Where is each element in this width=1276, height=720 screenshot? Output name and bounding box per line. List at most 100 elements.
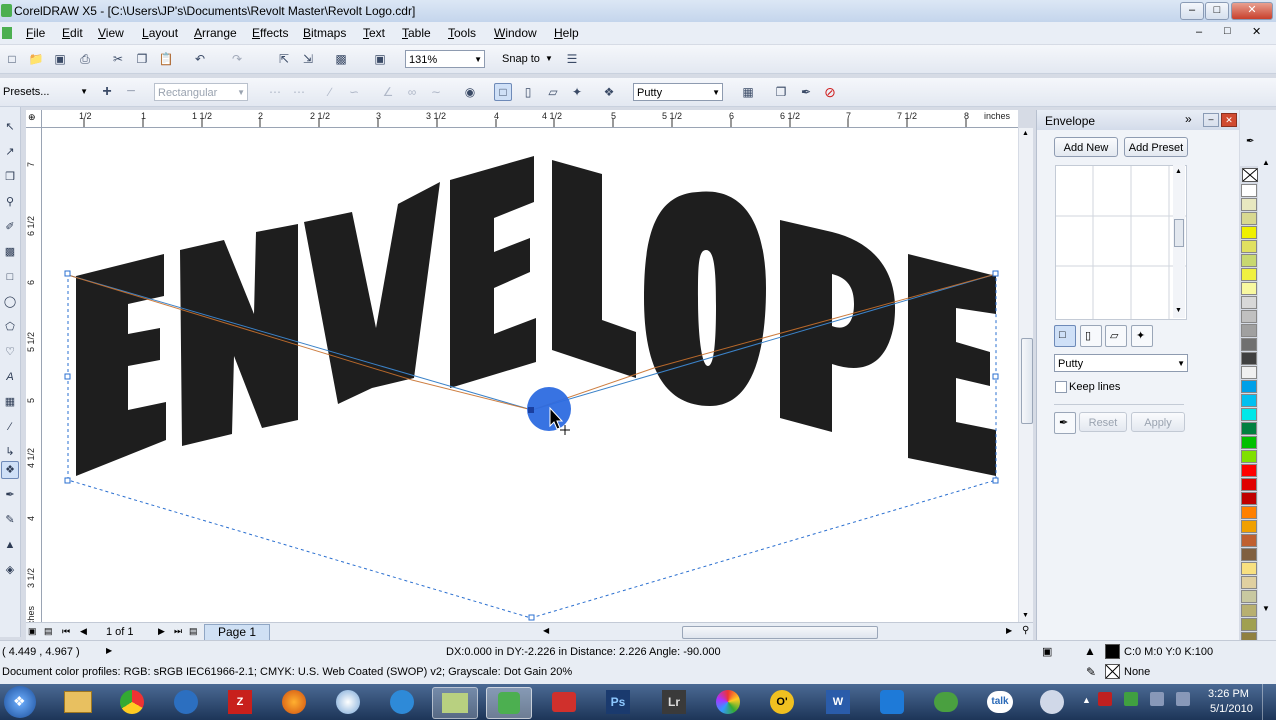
- to-curve-icon[interactable]: ∽: [346, 84, 362, 100]
- menu-file[interactable]: File: [26, 26, 45, 40]
- symmetrical-icon[interactable]: ∼: [428, 84, 444, 100]
- chevron-down-icon[interactable]: ▼: [545, 54, 553, 63]
- insert-page-before-icon[interactable]: ▤: [44, 626, 53, 637]
- taskbar-photoshop[interactable]: Ps: [596, 687, 640, 717]
- taskbar-filezilla[interactable]: Z: [218, 687, 262, 717]
- restore-button[interactable]: □: [1205, 2, 1229, 20]
- snap-icon[interactable]: ▣: [1042, 645, 1052, 658]
- taskbar-gtalk[interactable]: talk: [978, 687, 1022, 717]
- insert-page-after-icon[interactable]: ▤: [189, 626, 198, 637]
- envelope-tool-icon[interactable]: ❖: [1, 461, 19, 479]
- close-button[interactable]: ✕: [1231, 2, 1273, 20]
- smart-fill-tool-icon[interactable]: ▩: [2, 244, 18, 260]
- redo-icon[interactable]: ↷: [229, 51, 245, 67]
- preset-grid[interactable]: [1055, 165, 1187, 320]
- open-icon[interactable]: 📁: [28, 51, 44, 67]
- taskbar-camera[interactable]: [542, 687, 586, 717]
- add-new-button[interactable]: Add New: [1054, 137, 1118, 157]
- taskbar-ie[interactable]: [380, 687, 424, 717]
- palette-swatch[interactable]: [1241, 408, 1257, 421]
- palette-swatch[interactable]: [1241, 450, 1257, 463]
- palette-swatch[interactable]: [1241, 590, 1257, 603]
- text-tool-icon[interactable]: A: [2, 369, 18, 385]
- vertical-scrollbar[interactable]: ▲ ▼: [1019, 128, 1033, 622]
- horizontal-scroll-thumb[interactable]: [682, 626, 878, 639]
- pick-color-icon[interactable]: ✒: [1246, 136, 1254, 147]
- print-icon[interactable]: ⎙: [77, 51, 93, 67]
- application-launcher-icon[interactable]: ▩: [333, 51, 349, 67]
- taskbar-firefox[interactable]: [272, 687, 316, 717]
- color-palette[interactable]: [1240, 184, 1258, 673]
- pick-tool-icon[interactable]: ↖: [2, 119, 18, 135]
- apply-button[interactable]: Apply: [1131, 412, 1185, 432]
- add-new-envelope-icon[interactable]: ❖: [601, 84, 617, 100]
- palette-swatch[interactable]: [1241, 184, 1257, 197]
- add-node-icon[interactable]: ⋯: [267, 84, 283, 100]
- cusp-icon[interactable]: ∠: [380, 84, 396, 100]
- preset-scroll-thumb[interactable]: [1174, 219, 1184, 247]
- snap-to-button[interactable]: Snap to: [502, 53, 540, 65]
- palette-swatch[interactable]: [1241, 562, 1257, 575]
- unconstrained-mode-button[interactable]: ✦: [1131, 325, 1153, 347]
- menu-bitmaps[interactable]: Bitmaps: [303, 26, 346, 40]
- taskbar-lightroom[interactable]: Lr: [652, 687, 696, 717]
- add-preset-button[interactable]: Add Preset: [1124, 137, 1188, 157]
- menu-layout[interactable]: Layout: [142, 26, 178, 40]
- letter-e1[interactable]: [76, 254, 166, 476]
- fill-swatch[interactable]: [1105, 644, 1120, 659]
- undo-icon[interactable]: ↶: [192, 51, 208, 67]
- straight-line-mode-button[interactable]: □: [1054, 325, 1076, 347]
- taskbar-teamviewer[interactable]: [870, 687, 914, 717]
- scroll-down-icon[interactable]: ▼: [1022, 612, 1029, 619]
- scroll-up-icon[interactable]: ▲: [1022, 130, 1029, 137]
- options-icon[interactable]: ☰: [564, 51, 580, 67]
- palette-swatch[interactable]: [1241, 212, 1257, 225]
- taskbar-messenger[interactable]: [924, 687, 968, 717]
- letter-o[interactable]: [644, 191, 766, 406]
- crop-tool-icon[interactable]: ❒: [2, 169, 18, 185]
- taskbar-corel-1[interactable]: [432, 687, 478, 719]
- tray-security-icon[interactable]: [1098, 692, 1112, 706]
- keep-lines-checkbox[interactable]: [1055, 381, 1067, 393]
- doc-restore-icon[interactable]: □: [1224, 25, 1231, 37]
- taskbar-thunderbird[interactable]: [164, 687, 208, 717]
- taskbar-explorer[interactable]: [56, 687, 100, 717]
- smooth-icon[interactable]: ∞: [404, 84, 420, 100]
- palette-swatch[interactable]: [1241, 380, 1257, 393]
- letter-e2[interactable]: [450, 156, 536, 388]
- eyedropper-icon[interactable]: ✒: [798, 84, 814, 100]
- taskbar-word[interactable]: W: [816, 687, 860, 717]
- palette-swatch[interactable]: [1241, 436, 1257, 449]
- palette-swatch[interactable]: [1241, 422, 1257, 435]
- double-arc-mode-button[interactable]: ▱: [1105, 325, 1127, 347]
- palette-swatch[interactable]: [1241, 618, 1257, 631]
- mapping-mode-combo[interactable]: Rectangular ▼: [154, 83, 248, 101]
- cut-icon[interactable]: ✂: [110, 51, 126, 67]
- scroll-up-icon[interactable]: ▲: [1175, 168, 1182, 175]
- welcome-screen-icon[interactable]: ▣: [372, 51, 388, 67]
- to-line-icon[interactable]: ∕: [322, 84, 338, 100]
- interactive-fill-tool-icon[interactable]: ◈: [2, 562, 18, 578]
- palette-swatch[interactable]: [1241, 576, 1257, 589]
- palette-swatch[interactable]: [1241, 338, 1257, 351]
- tray-expand-icon[interactable]: ▲: [1082, 695, 1091, 705]
- menu-text[interactable]: Text: [363, 26, 385, 40]
- palette-swatch[interactable]: [1241, 506, 1257, 519]
- envelope-artwork[interactable]: [42, 128, 1018, 622]
- ellipse-tool-icon[interactable]: ◯: [2, 294, 18, 310]
- taskbar-safari[interactable]: [326, 687, 370, 717]
- menu-tools[interactable]: Tools: [448, 26, 476, 40]
- envelope-mode-combo[interactable]: Putty ▼: [633, 83, 723, 101]
- outline-pen-tool-icon[interactable]: ✎: [2, 512, 18, 528]
- table-tool-icon[interactable]: ▦: [2, 394, 18, 410]
- navigator-icon[interactable]: ⚲: [1022, 625, 1029, 636]
- palette-swatch[interactable]: [1241, 464, 1257, 477]
- taskbar-coreldraw[interactable]: [486, 687, 532, 719]
- scroll-left-icon[interactable]: ◀: [543, 626, 549, 635]
- shape-tool-icon[interactable]: ↗: [2, 144, 18, 160]
- delete-node-icon[interactable]: ⋯: [291, 84, 307, 100]
- keep-lines-icon[interactable]: ▦: [740, 84, 756, 100]
- clock-time[interactable]: 3:26 PM: [1208, 688, 1249, 700]
- palette-swatch[interactable]: [1241, 492, 1257, 505]
- color-profiles[interactable]: Document color profiles: RGB: sRGB IEC61…: [2, 666, 572, 678]
